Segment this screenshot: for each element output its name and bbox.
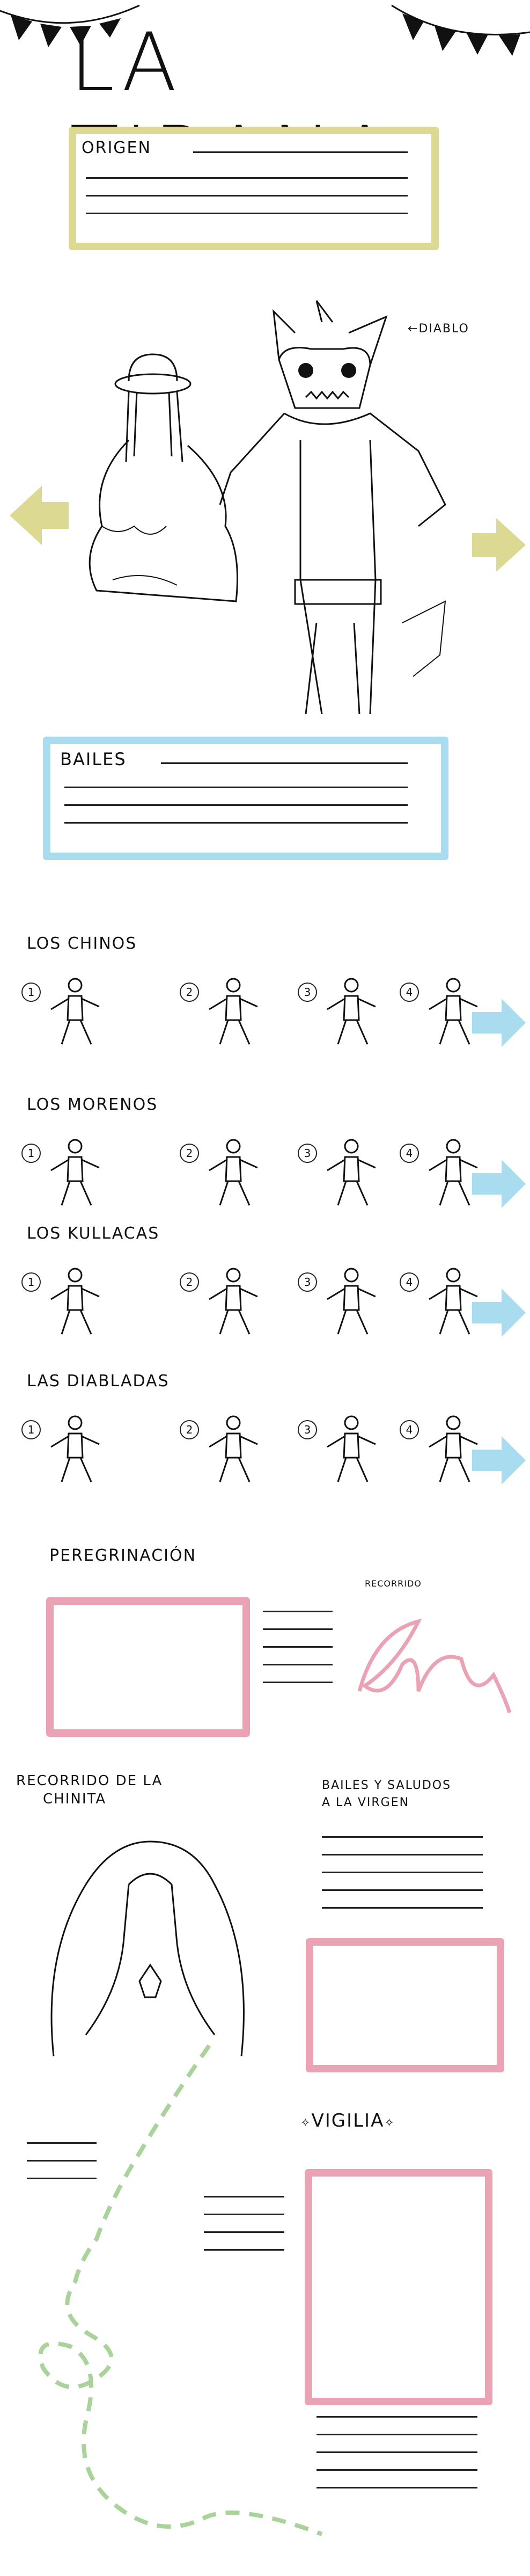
step-number: 2 xyxy=(180,1420,199,1439)
recorrido-label: RECORRIDO xyxy=(365,1578,422,1589)
step-number: 4 xyxy=(400,983,419,1002)
right-arrow-icon[interactable] xyxy=(472,1289,526,1337)
step-number: 4 xyxy=(400,1272,419,1292)
bailes-lines-2 xyxy=(64,787,408,840)
saludos-lines xyxy=(322,1836,483,1925)
step-number: 2 xyxy=(180,1272,199,1292)
dancer-figure xyxy=(50,1268,100,1335)
dance-name-1: LOS CHINOS xyxy=(27,934,137,953)
diablo-label: ←DIABLO xyxy=(408,322,469,336)
dancer-figure xyxy=(50,1139,100,1206)
dancer-figure xyxy=(327,978,376,1045)
chinita-lines-left xyxy=(27,2142,97,2195)
chinita-label-line1: RECORRIDO DE LA xyxy=(16,1773,163,1789)
right-arrow-icon[interactable] xyxy=(472,518,526,572)
vigilia-label: ✧VIGILIA✧ xyxy=(300,2110,395,2131)
step-number: 1 xyxy=(21,1272,41,1292)
dancer-figure xyxy=(50,978,100,1045)
dancer-figure xyxy=(209,1268,258,1335)
origen-lines-2 xyxy=(86,177,408,230)
vigilia-photo-box xyxy=(305,2169,492,2405)
dance-name-3: LOS KULLACAS xyxy=(27,1224,160,1243)
origen-lines xyxy=(193,151,408,169)
tirana-figures-illustration xyxy=(89,300,446,715)
saludos-label: BAILES Y SALUDOS A LA VIRGEN xyxy=(322,1777,451,1811)
sparkle-icon: ✧ xyxy=(300,2116,312,2130)
vigilia-label-text: VIGILIA xyxy=(311,2110,385,2131)
dancer-figure xyxy=(209,1139,258,1206)
step-number: 4 xyxy=(400,1144,419,1163)
dance-name-2: LOS MORENOS xyxy=(27,1095,158,1114)
right-arrow-icon[interactable] xyxy=(472,1436,526,1485)
step-number: 3 xyxy=(298,1272,317,1292)
dancer-figure xyxy=(327,1415,376,1482)
diablo-label-text: DIABLO xyxy=(418,322,469,336)
origen-label: ORIGEN xyxy=(82,139,151,157)
step-number: 2 xyxy=(180,983,199,1002)
virgin-illustration xyxy=(50,1840,245,2057)
peregrinacion-photo-box xyxy=(46,1597,250,1737)
bailes-label: BAILES xyxy=(60,749,127,769)
right-arrow-icon[interactable] xyxy=(472,999,526,1047)
sparkle-icon-2: ✧ xyxy=(384,2116,395,2130)
chinita-route-dashed xyxy=(38,2044,323,2536)
dancer-figure xyxy=(50,1415,100,1482)
dancer-figure xyxy=(327,1268,376,1335)
peregrinacion-label: PEREGRINACIÓN xyxy=(49,1546,197,1565)
step-number: 3 xyxy=(298,1144,317,1163)
chinita-lines-mid xyxy=(204,2196,284,2267)
vigilia-lines xyxy=(316,2416,477,2505)
step-number: 1 xyxy=(21,983,41,1002)
right-arrow-icon[interactable] xyxy=(472,1160,526,1208)
arrow-pointer-icon: ← xyxy=(408,322,419,336)
chinita-label: RECORRIDO DE LA CHINITA xyxy=(16,1772,163,1808)
recorrido-path-drawing xyxy=(357,1618,512,1714)
bailes-lines xyxy=(161,762,408,780)
step-number: 1 xyxy=(21,1420,41,1439)
dancer-figure xyxy=(209,1415,258,1482)
saludos-label-line2: A LA VIRGEN xyxy=(322,1796,410,1809)
dancer-figure xyxy=(209,978,258,1045)
dancer-figure xyxy=(327,1139,376,1206)
left-arrow-icon[interactable] xyxy=(10,486,69,545)
step-number: 3 xyxy=(298,1420,317,1439)
step-number: 3 xyxy=(298,983,317,1002)
saludos-label-line1: BAILES Y SALUDOS xyxy=(322,1779,452,1792)
step-number: 2 xyxy=(180,1144,199,1163)
chinita-label-line2: CHINITA xyxy=(43,1791,107,1807)
dance-name-4: LAS DIABLADAS xyxy=(27,1372,170,1391)
peregrinacion-lines xyxy=(263,1611,333,1699)
step-number: 1 xyxy=(21,1144,41,1163)
saludos-photo-box xyxy=(306,1938,504,2072)
step-number: 4 xyxy=(400,1420,419,1439)
